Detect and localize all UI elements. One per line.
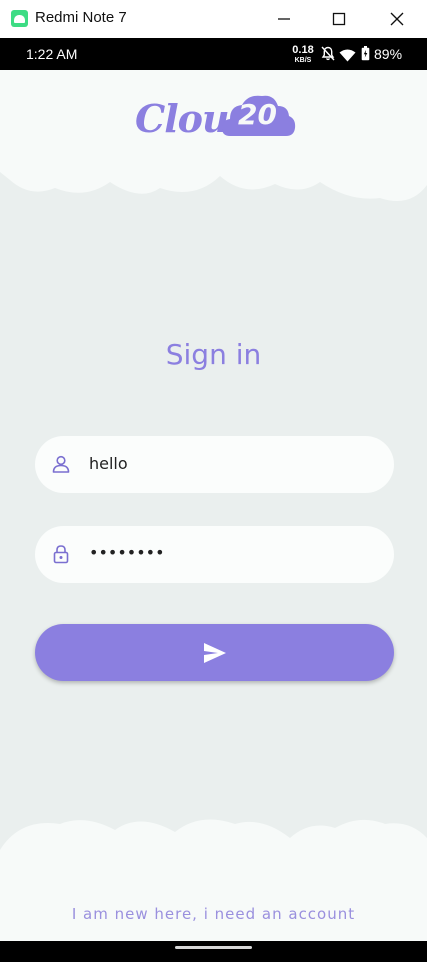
sign-in-screen: Cloud 20 Sign in hello •••••••• I am new… (0, 70, 427, 962)
status-bar: 1:22 AM 0.18 KB/S 89% (0, 38, 427, 70)
minimize-icon (278, 18, 290, 20)
home-gesture-pill[interactable] (175, 946, 252, 949)
maximize-button[interactable] (324, 4, 354, 34)
username-value: hello (89, 454, 128, 473)
close-icon (390, 12, 404, 26)
wifi-icon (339, 47, 356, 66)
lock-icon (51, 544, 71, 564)
close-button[interactable] (382, 4, 412, 34)
network-speed-unit: KB/S (294, 57, 312, 64)
app-window: Redmi Note 7 1:22 AM 0.18 KB/S 89% Cloud… (0, 0, 427, 962)
logo-number: 20 (238, 98, 277, 131)
network-speed: 0.18 KB/S (291, 44, 315, 65)
network-speed-value: 0.18 (292, 44, 314, 56)
status-time: 1:22 AM (26, 46, 78, 62)
page-title: Sign in (165, 338, 262, 371)
username-field[interactable]: hello (35, 436, 394, 493)
gesture-nav-bar (0, 941, 427, 962)
password-value: •••••••• (89, 543, 165, 562)
user-icon (51, 454, 71, 474)
send-icon (203, 642, 226, 663)
minimize-button[interactable] (269, 4, 299, 34)
mute-bell-icon (321, 46, 335, 65)
sign-in-submit-button[interactable] (35, 624, 394, 681)
battery-icon (361, 46, 370, 65)
cloud20-logo: Cloud 20 (132, 92, 298, 144)
battery-percent: 89% (374, 46, 403, 62)
bottom-cloud-decoration (0, 819, 427, 962)
maximize-icon (332, 12, 346, 26)
android-app-icon (11, 10, 28, 27)
register-link[interactable]: I am new here, i need an account (0, 905, 427, 923)
window-title: Redmi Note 7 (35, 9, 127, 26)
window-titlebar: Redmi Note 7 (0, 0, 427, 38)
password-field[interactable]: •••••••• (35, 526, 394, 583)
